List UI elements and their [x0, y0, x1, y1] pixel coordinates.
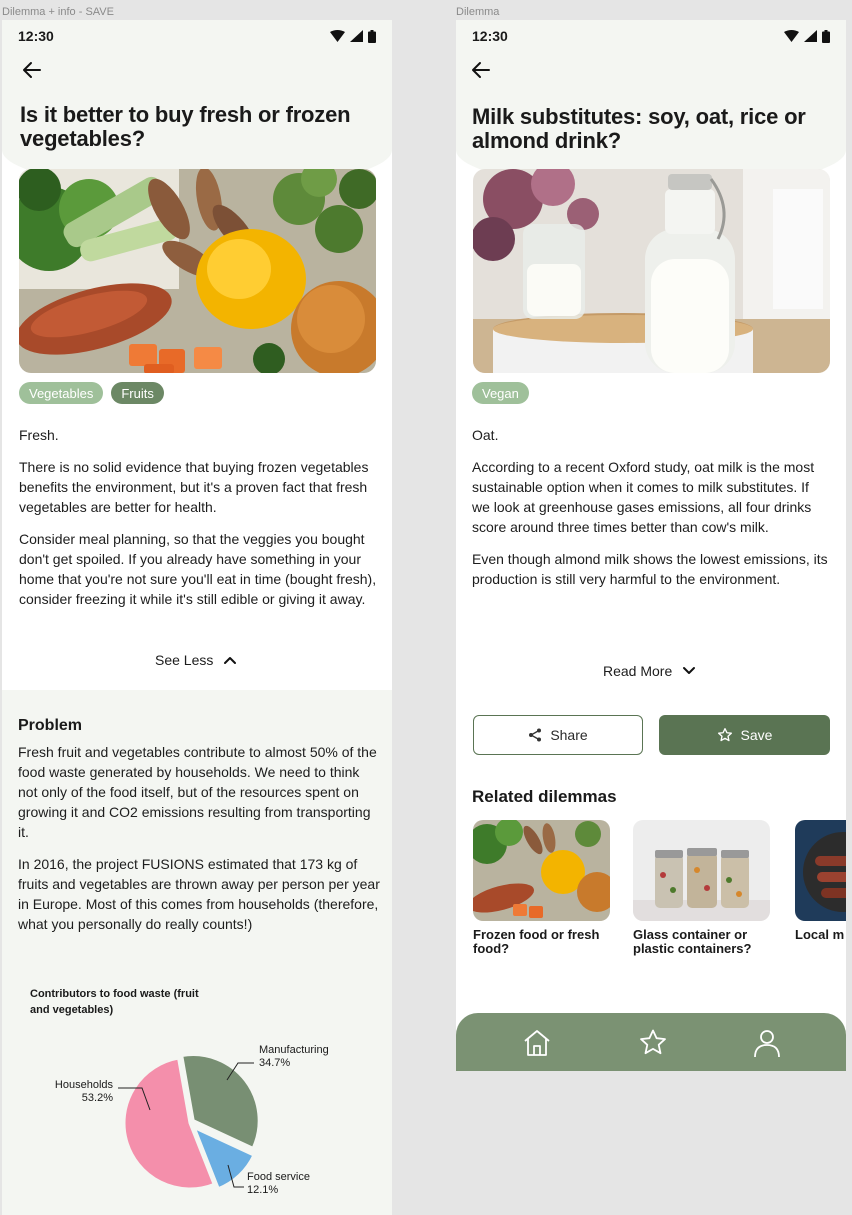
chevron-up-icon — [224, 657, 237, 664]
answer-paragraph: Consider meal planning, so that the vegg… — [19, 531, 377, 607]
save-label: Save — [740, 727, 773, 743]
answer-text: Fresh. — [19, 427, 59, 443]
tag-fruits[interactable]: Fruits — [111, 382, 164, 404]
problem-heading: Problem — [18, 717, 83, 734]
profile-icon[interactable] — [751, 1027, 783, 1059]
wifi-icon — [330, 30, 345, 42]
signal-icon — [804, 30, 817, 42]
share-label: Share — [550, 727, 588, 743]
bottom-navigation — [456, 1013, 846, 1071]
related-card-title: Glass container or plastic containers? — [633, 927, 752, 956]
food-waste-pie-chart: Households53.2% Manufacturing34.7% Food se… — [55, 1044, 329, 1196]
answer-paragraph: There is no solid evidence that buying f… — [19, 459, 369, 515]
pie-label: Food service — [247, 1171, 310, 1183]
status-bar: 12:30 — [2, 20, 392, 52]
phone-screen-milk-substitutes: 12:30 Milk substitutes: soy, oat, rice o… — [456, 20, 846, 1071]
signal-icon — [350, 30, 363, 42]
share-button[interactable]: Share — [473, 715, 643, 755]
see-less-button[interactable]: See Less — [155, 652, 237, 668]
pie-value-label: 53.2% — [82, 1092, 113, 1104]
frame-label-left: Dilemma + info - SAVE — [2, 6, 114, 18]
read-more-label: Read More — [603, 663, 673, 679]
answer-paragraph: According to a recent Oxford study, oat … — [472, 459, 815, 535]
chevron-down-icon — [683, 667, 696, 674]
tag-vegan[interactable]: Vegan — [472, 382, 529, 404]
pie-label: Households — [55, 1079, 114, 1091]
share-icon — [529, 728, 542, 742]
chart-title: Contributors to food waste (fruit and ve… — [30, 988, 199, 1016]
related-card-title: Frozen food or fresh food? — [473, 927, 600, 956]
related-dilemmas-heading: Related dilemmas — [472, 787, 617, 806]
answer-text: Oat. — [472, 427, 499, 443]
frame-label-right: Dilemma — [456, 6, 500, 18]
status-time: 12:30 — [472, 28, 508, 44]
status-time: 12:30 — [18, 28, 54, 44]
save-button[interactable]: Save — [659, 715, 830, 755]
vegetables-photo — [19, 169, 376, 373]
related-card-local-meat[interactable]: Local m alternat — [795, 820, 846, 942]
star-outline-icon — [717, 728, 732, 742]
milk-photo — [473, 169, 830, 373]
back-arrow-icon[interactable] — [20, 58, 44, 82]
problem-paragraph: In 2016, the project FUSIONS estimated t… — [18, 856, 380, 932]
home-icon[interactable] — [521, 1027, 553, 1059]
battery-icon — [368, 29, 376, 43]
pie-label: Manufacturing — [259, 1044, 329, 1056]
dilemma-title: Milk substitutes: soy, oat, rice or almo… — [472, 104, 806, 153]
answer-paragraph: Even though almond milk shows the lowest… — [472, 551, 828, 587]
dilemma-title: Is it better to buy fresh or frozen vege… — [20, 102, 351, 151]
related-card-title: Local m alternat — [795, 927, 846, 942]
pie-value-label: 34.7% — [259, 1057, 290, 1069]
phone-screen-fresh-vs-frozen: 12:30 Is it better to buy fresh or froze… — [2, 20, 392, 1215]
answer-section: Fresh. There is no solid evidence that b… — [19, 425, 379, 621]
related-card-frozen-food[interactable]: Frozen food or fresh food? — [473, 820, 610, 956]
related-card-glass-container[interactable]: Glass container or plastic containers? — [633, 820, 770, 956]
related-card-image — [633, 820, 770, 921]
star-icon[interactable] — [637, 1027, 669, 1059]
battery-icon — [822, 29, 830, 43]
pie-value-label: 12.1% — [247, 1184, 278, 1196]
status-bar: 12:30 — [456, 20, 846, 52]
wifi-icon — [784, 30, 799, 42]
back-arrow-icon[interactable] — [469, 58, 493, 82]
read-more-button[interactable]: Read More — [603, 663, 696, 679]
see-less-label: See Less — [155, 652, 214, 668]
related-card-image — [473, 820, 610, 921]
tag-vegetables[interactable]: Vegetables — [19, 382, 104, 404]
problem-paragraph: Fresh fruit and vegetables contribute to… — [18, 744, 377, 840]
tag-list: Vegetables Fruits — [19, 382, 164, 404]
related-card-image — [795, 820, 846, 921]
problem-section: Fresh fruit and vegetables contribute to… — [18, 742, 380, 946]
answer-section: Oat. According to a recent Oxford study,… — [472, 425, 828, 601]
tag-list: Vegan — [472, 382, 529, 404]
